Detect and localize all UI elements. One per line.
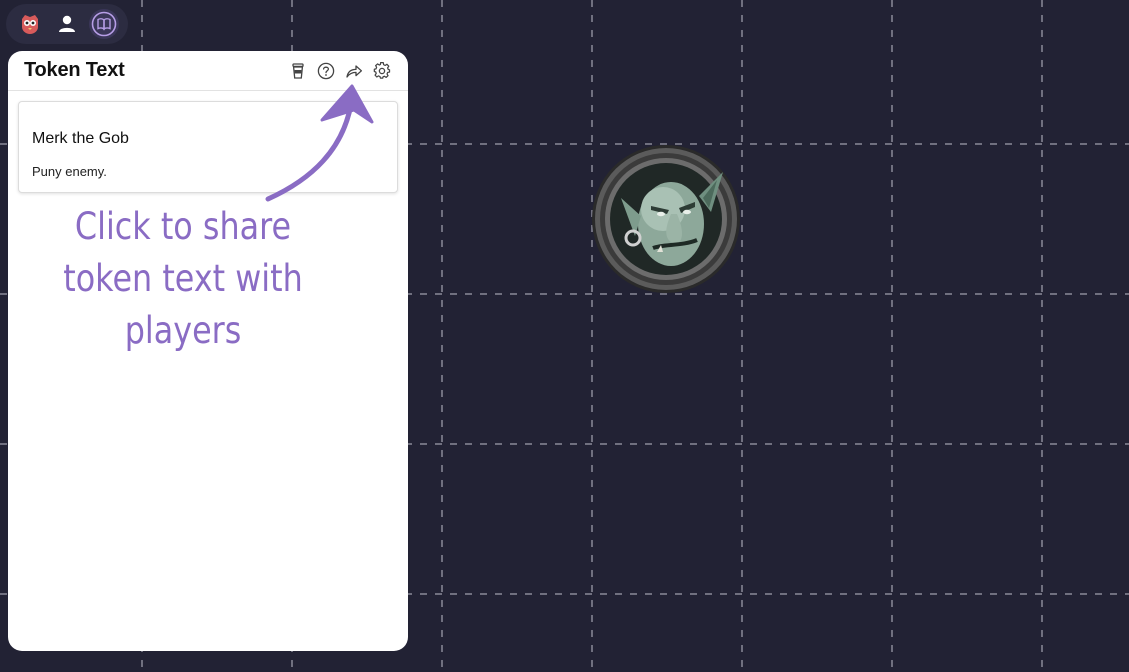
scene: Token Text Merk the Gob Puny enemy. Clic… [0, 0, 1129, 672]
annotation-arrow-icon [265, 84, 374, 202]
